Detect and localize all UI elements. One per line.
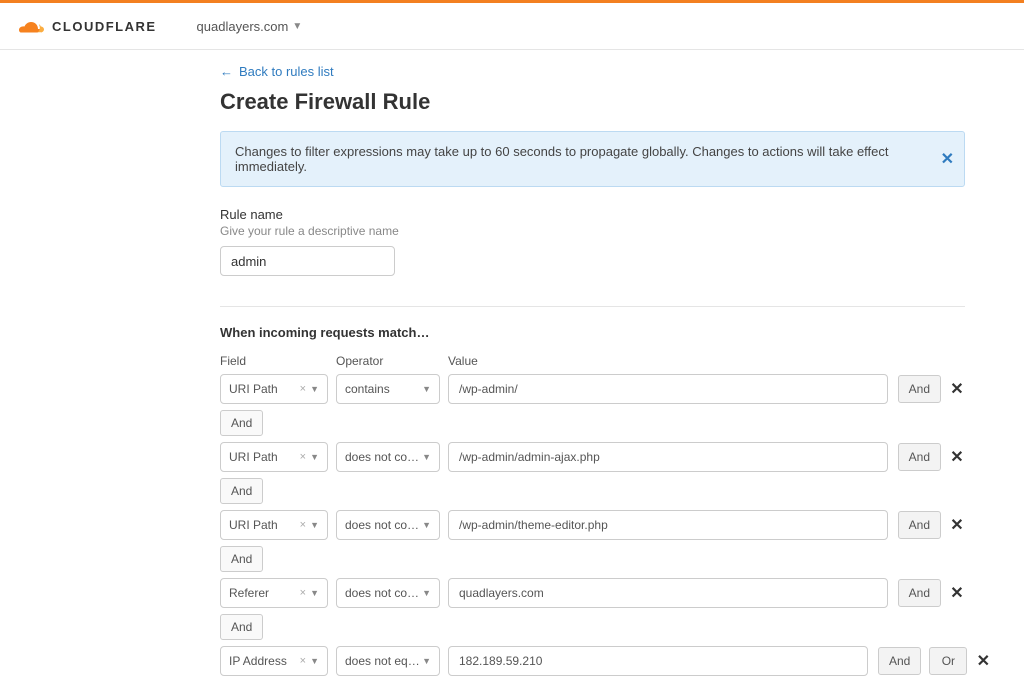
rule-name-label: Rule name	[220, 207, 980, 222]
row-actions: And ✕	[898, 375, 965, 403]
field-select[interactable]: Referer × ▼	[220, 578, 328, 608]
operator-select-label: does not cont...	[345, 518, 422, 532]
site-selector-dropdown[interactable]: quadlayers.com ▼	[197, 19, 303, 34]
field-select[interactable]: URI Path × ▼	[220, 510, 328, 540]
header-value: Value	[448, 354, 965, 368]
delete-row-icon[interactable]: ✕	[949, 583, 965, 603]
chevron-down-icon: ▼	[310, 588, 319, 598]
chevron-down-icon: ▼	[310, 452, 319, 462]
chevron-down-icon: ▼	[422, 588, 431, 598]
field-select[interactable]: URI Path × ▼	[220, 442, 328, 472]
brand-logo: CLOUDFLARE	[16, 17, 157, 35]
value-input[interactable]	[448, 578, 888, 608]
delete-row-icon[interactable]: ✕	[949, 515, 965, 535]
operator-select-label: does not equal	[345, 654, 422, 668]
rule-row: URI Path×▼does not cont...▼And✕	[220, 510, 965, 540]
back-to-rules-link[interactable]: ← Back to rules list	[220, 64, 334, 79]
clear-icon[interactable]: ×	[300, 451, 306, 463]
site-selector-label: quadlayers.com	[197, 19, 289, 34]
rule-name-input[interactable]	[220, 246, 395, 276]
clear-icon[interactable]: ×	[300, 655, 306, 667]
chevron-down-icon: ▼	[292, 21, 302, 32]
value-input[interactable]	[448, 646, 868, 676]
delete-row-icon[interactable]: ✕	[949, 379, 965, 399]
brand-name: CLOUDFLARE	[52, 19, 157, 34]
operator-select[interactable]: does not cont...▼	[336, 578, 440, 608]
and-button[interactable]: And	[878, 647, 921, 675]
rule-row: URI Path × ▼ contains ▼ And ✕	[220, 374, 965, 404]
delete-row-icon[interactable]: ✕	[949, 447, 965, 467]
row-actions: And Or ✕	[878, 647, 991, 675]
page-title: Create Firewall Rule	[220, 89, 980, 115]
close-icon[interactable]: ✕	[941, 149, 954, 169]
clear-icon[interactable]: ×	[300, 519, 306, 531]
header-field: Field	[220, 354, 336, 368]
connector-and-button[interactable]: And	[220, 546, 263, 572]
operator-select[interactable]: contains ▼	[336, 374, 440, 404]
and-button[interactable]: And	[898, 579, 941, 607]
row-actions: And ✕	[898, 579, 965, 607]
chevron-down-icon: ▼	[310, 520, 319, 530]
operator-select[interactable]: does not equal▼	[336, 646, 440, 676]
match-heading: When incoming requests match…	[220, 325, 980, 340]
connector: And	[220, 410, 965, 436]
cloud-icon	[16, 17, 46, 35]
info-notice: Changes to filter expressions may take u…	[220, 131, 965, 187]
rules-builder: Field Operator Value URI Path × ▼ contains ▼…	[220, 354, 965, 676]
field-select-label: Referer	[229, 586, 269, 600]
rule-row: Referer×▼does not cont...▼And✕	[220, 578, 965, 608]
operator-select-label: contains	[345, 382, 390, 396]
field-select[interactable]: IP Address × ▼	[220, 646, 328, 676]
chevron-down-icon: ▼	[422, 656, 431, 666]
row-actions: And ✕	[898, 443, 965, 471]
notice-text: Changes to filter expressions may take u…	[235, 144, 889, 174]
field-select-label: URI Path	[229, 450, 278, 464]
arrow-left-icon: ←	[220, 64, 233, 79]
and-button[interactable]: And	[898, 443, 941, 471]
and-button[interactable]: And	[898, 511, 941, 539]
delete-row-icon[interactable]: ✕	[975, 651, 991, 671]
chevron-down-icon: ▼	[310, 384, 319, 394]
clear-icon[interactable]: ×	[300, 383, 306, 395]
column-headers: Field Operator Value	[220, 354, 965, 368]
chevron-down-icon: ▼	[422, 452, 431, 462]
field-select-label: URI Path	[229, 518, 278, 532]
connector-and-button[interactable]: And	[220, 410, 263, 436]
operator-select-label: does not cont...	[345, 586, 422, 600]
chevron-down-icon: ▼	[422, 384, 431, 394]
row-actions: And ✕	[898, 511, 965, 539]
value-input[interactable]	[448, 510, 888, 540]
rule-row: URI Path×▼does not cont...▼And✕	[220, 442, 965, 472]
connector: And	[220, 478, 965, 504]
back-link-label: Back to rules list	[239, 64, 334, 79]
top-bar: CLOUDFLARE quadlayers.com ▼	[0, 0, 1024, 50]
chevron-down-icon: ▼	[310, 656, 319, 666]
operator-select[interactable]: does not cont...▼	[336, 442, 440, 472]
rule-row: IP Address×▼does not equal▼AndOr✕	[220, 646, 965, 676]
rule-name-hint: Give your rule a descriptive name	[220, 224, 980, 238]
connector: And	[220, 546, 965, 572]
field-select[interactable]: URI Path × ▼	[220, 374, 328, 404]
main-content: ← Back to rules list Create Firewall Rul…	[0, 50, 980, 676]
value-input[interactable]	[448, 442, 888, 472]
connector: And	[220, 614, 965, 640]
connector-and-button[interactable]: And	[220, 478, 263, 504]
or-button[interactable]: Or	[929, 647, 967, 675]
and-button[interactable]: And	[898, 375, 941, 403]
chevron-down-icon: ▼	[422, 520, 431, 530]
connector-and-button[interactable]: And	[220, 614, 263, 640]
section-divider	[220, 306, 965, 307]
value-input[interactable]	[448, 374, 888, 404]
field-select-label: IP Address	[229, 654, 287, 668]
clear-icon[interactable]: ×	[300, 587, 306, 599]
field-select-label: URI Path	[229, 382, 278, 396]
operator-select-label: does not cont...	[345, 450, 422, 464]
operator-select[interactable]: does not cont...▼	[336, 510, 440, 540]
header-operator: Operator	[336, 354, 448, 368]
